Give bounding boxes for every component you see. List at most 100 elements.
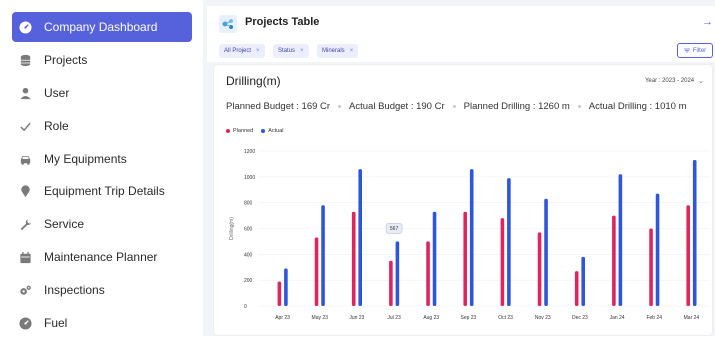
bar-planned[interactable] (277, 281, 282, 306)
sidebar-item-label: Role (44, 119, 69, 133)
bar-actual[interactable] (507, 178, 511, 306)
bar-planned[interactable] (686, 205, 691, 306)
sidebar-item-role[interactable]: Role (12, 111, 192, 141)
close-icon[interactable]: × (256, 48, 260, 54)
sidebar-item-service[interactable]: Service (12, 209, 192, 239)
bar-planned[interactable] (463, 211, 468, 306)
bar-actual[interactable] (284, 268, 288, 306)
legend-label: Actual (268, 128, 284, 134)
x-tick-label: Jan 24 (610, 315, 625, 321)
sidebar-item-projects[interactable]: Projects (12, 45, 192, 75)
chart-legend: Planned Actual (226, 128, 291, 134)
x-tick-label: Aug 23 (423, 315, 439, 321)
summary-stats: Planned Budget : 169 Cr Actual Budget : 1… (226, 101, 686, 112)
x-tick-label: Sep 23 (460, 315, 476, 321)
sidebar-item-maintenance-planner[interactable]: Maintenance Planner (12, 242, 192, 272)
actual-budget: Actual Budget : 190 Cr (349, 101, 445, 112)
filter-button-label: Filter (692, 47, 707, 54)
sidebar-item-label: Inspections (44, 283, 105, 297)
planned-budget: Planned Budget : 169 Cr (226, 101, 331, 112)
x-tick-label: Nov 23 (535, 315, 551, 321)
sidebar-item-fuel[interactable]: Fuel (12, 308, 192, 338)
bar-planned[interactable] (314, 237, 319, 306)
projects-table-header: Projects Table → (207, 6, 715, 40)
bar-actual[interactable] (395, 241, 400, 306)
y-tick-label: 0 (244, 304, 247, 310)
filter-chip-all-project[interactable]: All Project × (219, 44, 265, 58)
wrench-icon (18, 217, 32, 231)
bar-planned[interactable] (351, 211, 356, 306)
bar-actual[interactable] (469, 169, 474, 306)
sidebar-item-company-dashboard[interactable]: Company Dashboard (12, 12, 192, 42)
legend-item-actual[interactable]: Actual (261, 128, 283, 134)
sidebar-item-label: Equipment Trip Details (44, 184, 165, 198)
sidebar-item-label: Company Dashboard (44, 20, 158, 34)
filter-chip-minerals[interactable]: Minerals × (317, 44, 359, 58)
sidebar-item-label: Maintenance Planner (44, 250, 158, 264)
y-tick-label: 400 (244, 252, 253, 258)
bar-actual[interactable] (581, 256, 586, 306)
x-tick-label: Feb 24 (646, 315, 662, 321)
y-tick-label: 200 (244, 278, 253, 284)
bar-actual[interactable] (618, 174, 623, 306)
y-tick-label: 1200 (244, 149, 255, 155)
chevron-down-icon: ⌄ (698, 78, 704, 85)
gears-icon (18, 283, 32, 297)
legend-swatch-planned (226, 129, 230, 133)
bar-planned[interactable] (389, 260, 393, 306)
x-tick-label: Dec 23 (572, 315, 588, 321)
bar-tooltip-value: 567 (390, 226, 399, 232)
bar-planned[interactable] (574, 271, 579, 306)
year-select-value: Year : 2023 - 2024 (644, 78, 695, 84)
sidebar-item-label: Projects (44, 53, 88, 67)
database-icon (18, 53, 32, 67)
sidebar-item-user[interactable]: User (12, 78, 192, 108)
bar-planned[interactable] (500, 218, 505, 306)
x-tick-label: Apr 23 (275, 315, 290, 321)
bar-actual[interactable] (655, 193, 660, 306)
filter-button[interactable]: Filter (677, 43, 713, 58)
chip-label: Minerals (322, 48, 345, 54)
y-tick-label: 800 (244, 201, 253, 207)
bar-actual[interactable] (692, 160, 697, 306)
sidebar-item-my-equipments[interactable]: My Equipments (12, 144, 192, 174)
sidebar-item-label: Fuel (44, 316, 68, 330)
chip-label: Status (278, 48, 296, 54)
y-axis-label: Drilling(m) (229, 217, 235, 240)
calendar-icon (18, 250, 32, 264)
planned-drilling: Planned Drilling : 1260 m (463, 101, 570, 112)
sidebar-item-equipment-trip-details[interactable]: Equipment Trip Details (12, 176, 192, 206)
filter-chip-status[interactable]: Status × (273, 44, 309, 58)
car-icon (18, 152, 32, 166)
user-icon (18, 86, 32, 100)
close-icon[interactable]: × (300, 48, 304, 54)
arrow-right-icon[interactable]: → (702, 16, 713, 28)
chip-label: All Project (224, 48, 252, 54)
x-tick-label: Mar 24 (684, 315, 700, 321)
legend-label: Planned (233, 128, 254, 134)
sidebar-item-inspections[interactable]: Inspections (12, 275, 192, 305)
sidebar-item-label: User (44, 86, 70, 100)
bar-actual[interactable] (432, 211, 437, 306)
bar-actual[interactable] (321, 205, 325, 306)
bar-planned[interactable] (426, 241, 430, 306)
filter-icon (683, 48, 690, 53)
legend-item-planned[interactable]: Planned (226, 128, 253, 134)
drilling-bar-chart: 0 200 400 600 800 1000 1200 Drilling(m) Apr 23 Ma… (229, 149, 710, 321)
bar-planned[interactable] (649, 228, 653, 307)
y-tick-label: 600 (244, 227, 253, 233)
fuel-gauge-icon (18, 316, 32, 330)
projects-logo-icon (219, 15, 237, 33)
close-icon[interactable]: × (350, 48, 354, 54)
bar-planned[interactable] (612, 215, 616, 306)
bar-actual[interactable] (544, 198, 548, 306)
bar-actual[interactable] (358, 169, 363, 306)
year-select[interactable]: Year : 2023 - 2024 ⌄ (622, 73, 704, 89)
x-tick-label: May 23 (312, 315, 329, 321)
separator-dot (577, 104, 581, 108)
page-title: Projects Table (245, 16, 320, 28)
check-icon (18, 119, 32, 133)
sidebar-item-label: My Equipments (44, 152, 127, 166)
bar-planned[interactable] (537, 232, 542, 306)
actual-drilling: Actual Drilling : 1010 m (588, 101, 687, 112)
